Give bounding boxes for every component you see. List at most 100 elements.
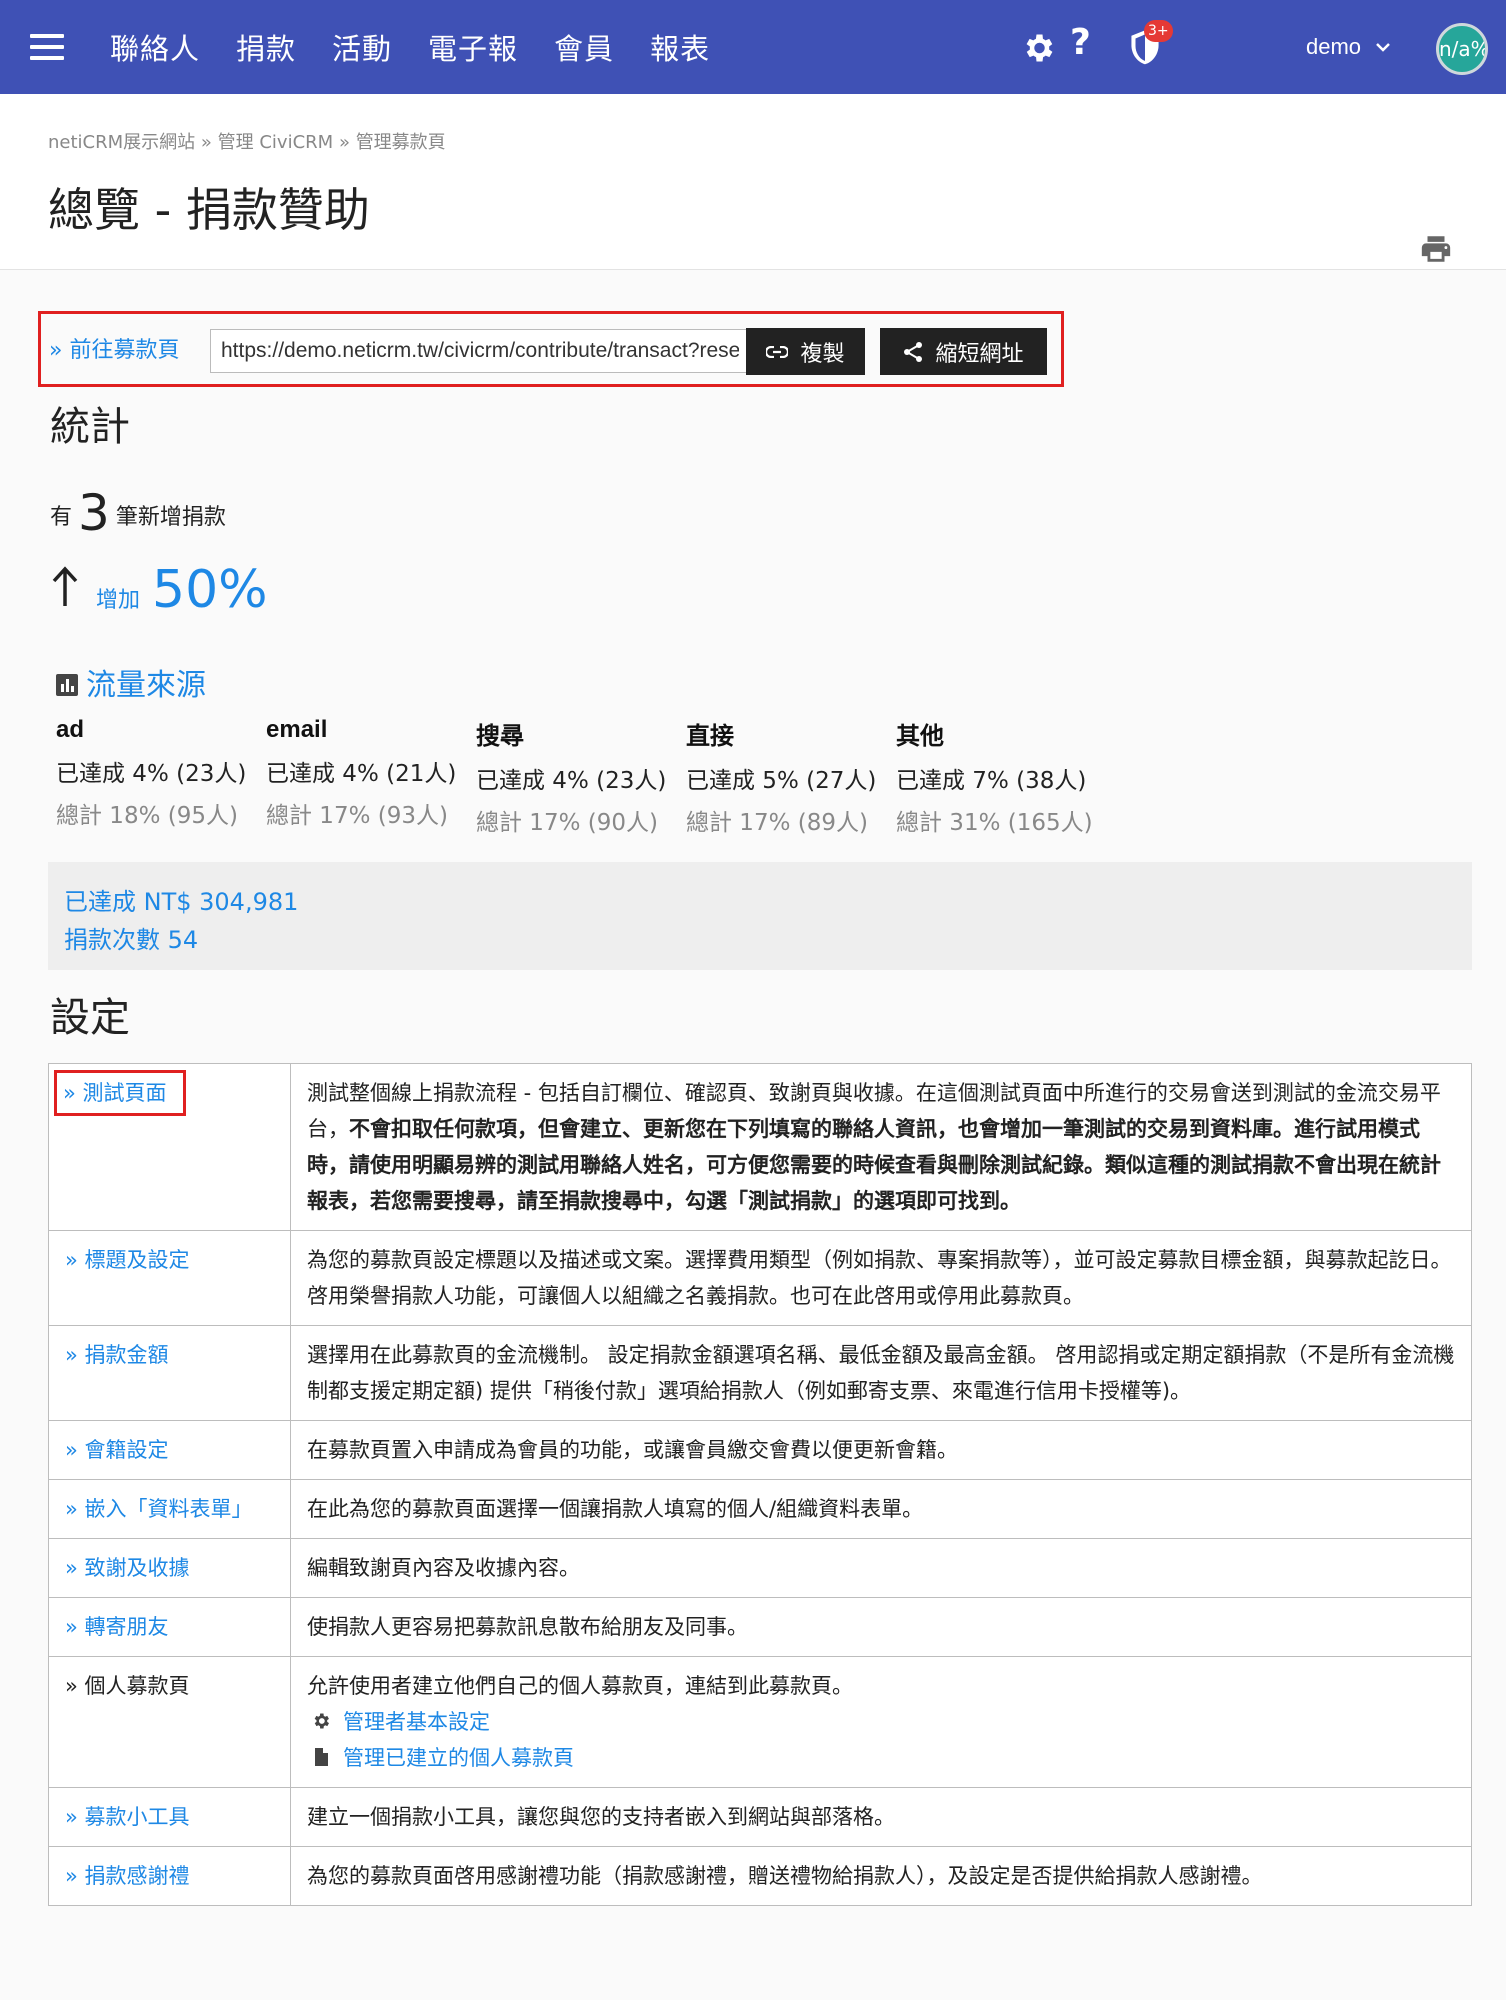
breadcrumb-separator: » [338,132,350,153]
gear-icon [314,1713,329,1729]
nav-item-contacts[interactable]: 聯絡人 [110,26,200,68]
traffic-source-achieved: 已達成 4% (21人) [266,761,457,787]
arrow-up-icon [52,566,78,606]
growth-label: 增加 [96,588,141,613]
shorten-url-button[interactable]: 縮短網址 [880,328,1047,375]
user-name: demo [1306,34,1362,59]
thankyou-settings-link[interactable]: » 致謝及收據 [65,1556,190,1580]
traffic-source-name: ad [56,716,85,743]
pcp-admin-settings-label: 管理者基本設定 [343,1710,490,1734]
traffic-source-name: 搜尋 [476,723,524,750]
highlight-box: » 測試頁面 [54,1070,186,1116]
page-header: netiCRM展示網站 » 管理 CiviCRM » 管理募款頁 總覽 - 捐款… [0,94,1506,270]
traffic-title-label: 流量來源 [86,668,206,703]
gear-icon[interactable] [1020,30,1056,66]
premium-settings-link[interactable]: » 捐款感謝禮 [65,1864,190,1888]
traffic-source-total: 總計 31% (165人) [896,810,1093,836]
help-icon[interactable]: ? [1070,22,1091,63]
traffic-source-other: 其他 已達成 7% (38人) 總計 31% (165人) [896,716,1106,837]
settings-desc-cell: 在此為您的募款頁面選擇一個讓捐款人填寫的個人/組織資料表單。 [290,1479,1472,1539]
stats-heading: 統計 [50,404,130,450]
traffic-source-name: 其他 [896,723,944,750]
breadcrumb-admin[interactable]: 管理 CiviCRM [218,132,334,153]
settings-row-amount: » 捐款金額 選擇用在此募款頁的金流機制。 設定捐款金額選項名稱、最低金額及最高… [48,1325,1472,1421]
traffic-source-achieved: 已達成 7% (38人) [896,768,1087,794]
count-suffix: 筆新增捐款 [115,505,226,530]
traffic-source-direct: 直接 已達成 5% (27人) 總計 17% (89人) [686,716,896,837]
count-prefix: 有 [50,505,73,530]
tell-friend-link[interactable]: » 轉寄朋友 [65,1615,169,1639]
copy-url-button[interactable]: 複製 [746,328,865,375]
membership-settings-link[interactable]: » 會籍設定 [65,1438,169,1462]
achieved-amount[interactable]: 已達成 NT$ 304,981 [64,882,298,917]
hamburger-menu-icon[interactable] [30,34,64,60]
pcp-desc: 允許使用者建立他們自己的個人募款頁，連結到此募款頁。 [307,1674,853,1698]
traffic-source-name: email [266,716,328,743]
breadcrumb-home[interactable]: netiCRM展示網站 [48,132,195,153]
print-icon[interactable] [1418,232,1454,266]
settings-label-cell: » 致謝及收據 [48,1538,291,1598]
nav-item-events[interactable]: 活動 [332,26,392,68]
traffic-source-achieved: 已達成 5% (27人) [686,768,877,794]
document-icon [315,1748,328,1766]
settings-heading: 設定 [50,995,130,1041]
new-donation-count: 有 3 筆新增捐款 [50,484,226,542]
breadcrumb-separator: » [200,132,212,153]
settings-label-cell: » 測試頁面 [48,1063,291,1231]
breadcrumb: netiCRM展示網站 » 管理 CiviCRM » 管理募款頁 [48,128,446,154]
settings-desc-cell: 為您的募款頁設定標題以及描述或文案。選擇費用類型（例如捐款、專案捐款等），並可設… [290,1230,1472,1326]
pcp-manage-label: 管理已建立的個人募款頁 [343,1746,574,1770]
settings-desc-cell: 使捐款人更容易把募款訊息散布給朋友及同事。 [290,1597,1472,1657]
traffic-source-search: 搜尋 已達成 4% (23人) 總計 17% (90人) [476,716,686,837]
contribution-url-field[interactable] [210,329,750,373]
settings-label-cell: » 募款小工具 [48,1787,291,1847]
settings-label-cell: » 捐款金額 [48,1325,291,1421]
nav-item-mailings[interactable]: 電子報 [428,26,518,68]
pcp-label: » 個人募款頁 [65,1674,190,1698]
settings-row-premium: » 捐款感謝禮 為您的募款頁面啓用感謝禮功能（捐款感謝禮，贈送禮物給捐款人），及… [48,1846,1472,1906]
widget-settings-link[interactable]: » 募款小工具 [65,1805,190,1829]
settings-desc-cell: 在募款頁置入申請成為會員的功能，或讓會員繳交會費以便更新會籍。 [290,1420,1472,1480]
nav-item-contributions[interactable]: 捐款 [236,26,296,68]
pcp-admin-settings-link[interactable]: 管理者基本設定 [311,1704,1455,1740]
settings-label-cell: » 捐款感謝禮 [48,1846,291,1906]
nav-item-members[interactable]: 會員 [554,26,614,68]
chevron-down-icon [1376,43,1391,52]
link-icon [766,345,789,358]
settings-row-pcp: » 個人募款頁 允許使用者建立他們自己的個人募款頁，連結到此募款頁。 管理者基本… [48,1656,1472,1788]
traffic-source-total: 總計 17% (89人) [686,810,868,836]
settings-desc-cell: 測試整個線上捐款流程 - 包括自訂欄位、確認頁、致謝頁與收據。在這個測試頁面中所… [290,1063,1472,1231]
page-title: 總覽 - 捐款贊助 [48,183,370,237]
settings-row-title: » 標題及設定 為您的募款頁設定標題以及描述或文案。選擇費用類型（例如捐款、專案… [48,1230,1472,1326]
settings-desc-cell: 建立一個捐款小工具，讓您與您的支持者嵌入到網站與部落格。 [290,1787,1472,1847]
settings-row-thankyou: » 致謝及收據 編輯致謝頁內容及收據內容。 [48,1538,1472,1598]
pcp-manage-link[interactable]: 管理已建立的個人募款頁 [311,1740,1455,1776]
top-navbar: 聯絡人 捐款 活動 電子報 會員 報表 ? 3+ demo n/a% [0,0,1506,94]
avatar[interactable]: n/a% [1436,23,1488,75]
traffic-source-title: 流量來源 [56,660,206,704]
traffic-source-total: 總計 17% (90人) [476,810,658,836]
goto-contribution-page-link[interactable]: » 前往募款頁 [49,332,179,364]
traffic-source-achieved: 已達成 4% (23人) [476,768,667,794]
settings-label-cell: » 嵌入「資料表單」 [48,1479,291,1539]
settings-label-cell: » 標題及設定 [48,1230,291,1326]
user-menu[interactable]: demo [1306,34,1391,60]
settings-label-cell: » 轉寄朋友 [48,1597,291,1657]
amount-settings-link[interactable]: » 捐款金額 [65,1343,169,1367]
contribution-url-block: » 前往募款頁 複製 縮短網址 [38,311,1064,387]
test-desc-bold: 不會扣取任何款項，但會建立、更新您在下列填寫的聯絡人資訊，也會增加一筆測試的交易… [307,1117,1441,1213]
nav-item-reports[interactable]: 報表 [650,26,710,68]
notification-badge: 3+ [1144,20,1173,42]
breadcrumb-pages[interactable]: 管理募款頁 [356,132,446,153]
profile-settings-link[interactable]: » 嵌入「資料表單」 [65,1497,253,1521]
traffic-source-ad: ad 已達成 4% (23人) 總計 18% (95人) [56,716,266,830]
settings-desc-cell: 為您的募款頁面啓用感謝禮功能（捐款感謝禮，贈送禮物給捐款人），及設定是否提供給捐… [290,1846,1472,1906]
settings-table: » 測試頁面 測試整個線上捐款流程 - 包括自訂欄位、確認頁、致謝頁與收據。在這… [48,1063,1472,1906]
title-settings-link[interactable]: » 標題及設定 [65,1248,190,1272]
main-menu: 聯絡人 捐款 活動 電子報 會員 報表 [110,0,746,94]
settings-row-widget: » 募款小工具 建立一個捐款小工具，讓您與您的支持者嵌入到網站與部落格。 [48,1787,1472,1847]
test-page-link[interactable]: » 測試頁面 [63,1081,167,1105]
donation-count[interactable]: 捐款次數 54 [64,920,198,955]
settings-desc-cell: 允許使用者建立他們自己的個人募款頁，連結到此募款頁。 管理者基本設定 管理已建立… [290,1656,1472,1788]
traffic-source-name: 直接 [686,723,734,750]
